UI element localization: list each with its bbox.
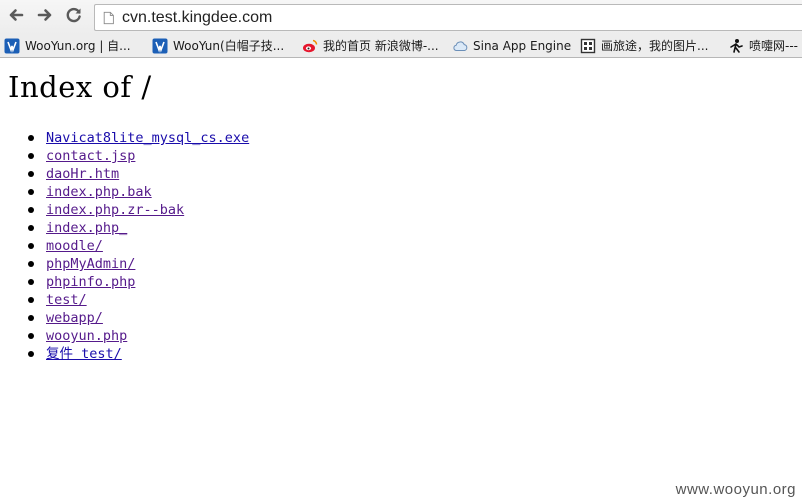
list-item: test/ [28,290,249,308]
directory-listing: Navicat8lite_mysql_cs.exe contact.jsp da… [28,128,249,362]
bookmark-label: 我的首页 新浪微博-... [323,39,439,53]
list-item: wooyun.php [28,326,249,344]
bookmarks-bar: WooYun.org | 自... WooYun(白帽子技... 我的首页 新浪… [0,34,802,58]
figure-icon [728,38,744,54]
bullet [28,351,34,357]
watermark: www.wooyun.org [675,481,796,498]
list-item: phpMyAdmin/ [28,254,249,272]
reload-icon [65,6,83,28]
list-item: index.php_ [28,218,249,236]
file-link[interactable]: wooyun.php [46,328,127,344]
list-item: Navicat8lite_mysql_cs.exe [28,128,249,146]
weibo-icon [302,38,318,54]
list-item: contact.jsp [28,146,249,164]
bookmark-sina-app-engine[interactable]: Sina App Engine [448,35,576,57]
back-button[interactable] [3,4,29,30]
document-icon [101,10,117,26]
bullet [28,243,34,249]
folder-link[interactable]: moodle/ [46,238,103,254]
bookmark-label: WooYun(白帽子技... [173,39,285,53]
grid-icon [580,38,596,54]
page-title: Index of / [8,70,152,104]
file-link[interactable]: contact.jsp [46,148,135,164]
bullet [28,189,34,195]
folder-link[interactable]: phpMyAdmin/ [46,256,135,272]
list-item: daoHr.htm [28,164,249,182]
folder-link[interactable]: 复件 test/ [46,346,122,362]
bookmark-label: 喷嚏网--- [749,39,798,53]
bullet [28,297,34,303]
list-item: index.php.bak [28,182,249,200]
folder-link[interactable]: test/ [46,292,87,308]
bookmark-wooyun-org[interactable]: WooYun.org | 自... [0,35,148,57]
bullet [28,279,34,285]
list-item: index.php.zr--bak [28,200,249,218]
file-link[interactable]: index.php_ [46,220,127,236]
bookmark-label: Sina App Engine [473,38,572,53]
file-link[interactable]: daoHr.htm [46,166,119,182]
bullet [28,135,34,141]
bookmark-dapenti[interactable]: 喷嚏网--- [724,35,802,57]
list-item: 复件 test/ [28,344,249,362]
page-content: Index of / Navicat8lite_mysql_cs.exe con… [0,59,802,500]
wooyun-icon [152,38,168,54]
file-link[interactable]: index.php.zr--bak [46,202,184,218]
browser-toolbar: cvn.test.kingdee.com [0,0,802,34]
bookmark-travel-pictures[interactable]: 画旅途，我的图片... [576,35,724,57]
bullet [28,333,34,339]
bullet [28,225,34,231]
cloud-icon [452,38,468,54]
bookmark-wooyun-whitehat[interactable]: WooYun(白帽子技... [148,35,298,57]
bullet [28,315,34,321]
file-link[interactable]: Navicat8lite_mysql_cs.exe [46,130,249,146]
bullet [28,261,34,267]
arrow-right-icon [36,6,54,28]
bullet [28,207,34,213]
url-text[interactable]: cvn.test.kingdee.com [122,9,272,27]
forward-button[interactable] [32,4,58,30]
bookmark-label: WooYun.org | 自... [25,39,131,53]
address-bar[interactable]: cvn.test.kingdee.com [94,4,802,31]
list-item: webapp/ [28,308,249,326]
bookmark-label: 画旅途，我的图片... [601,39,709,53]
bookmark-sina-weibo[interactable]: 我的首页 新浪微博-... [298,35,448,57]
arrow-left-icon [7,6,25,28]
wooyun-icon [4,38,20,54]
bullet [28,153,34,159]
file-link[interactable]: index.php.bak [46,184,152,200]
list-item: phpinfo.php [28,272,249,290]
file-link[interactable]: phpinfo.php [46,274,135,290]
reload-button[interactable] [61,4,87,30]
folder-link[interactable]: webapp/ [46,310,103,326]
bullet [28,171,34,177]
list-item: moodle/ [28,236,249,254]
